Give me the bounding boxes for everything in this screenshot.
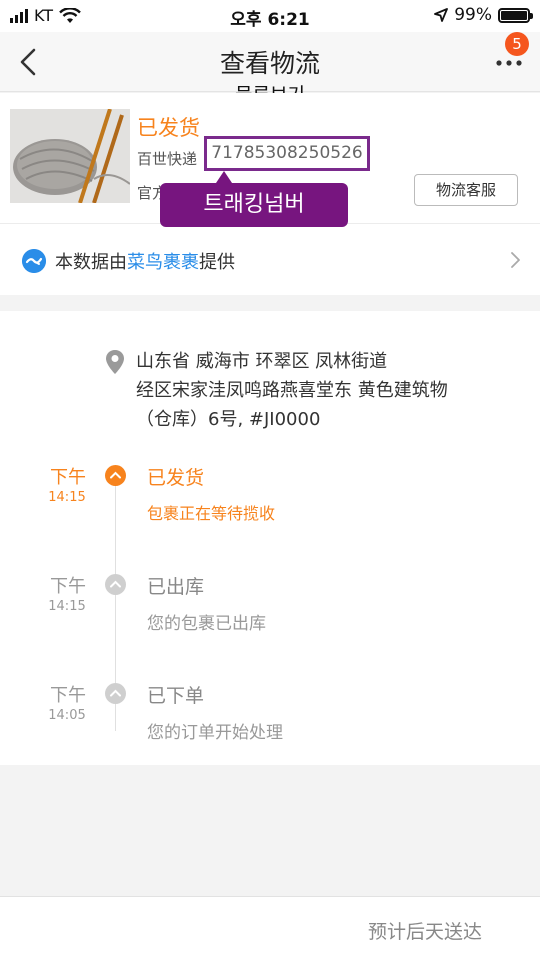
delivery-address: 山东省 威海市 环翠区 凤林街道 经区宋家洼凤鸣路燕喜堂东 黄色建筑物 （仓库）… [136, 347, 526, 434]
battery-icon [498, 7, 533, 23]
step-dot-icon [105, 574, 126, 595]
address-line-1: 山东省 威海市 环翠区 凤林街道 [136, 351, 388, 372]
step-title: 已发货 [147, 467, 205, 489]
step-dot-icon [105, 683, 126, 704]
step-title: 已出库 [147, 576, 205, 598]
step-period: 下午 [50, 576, 86, 597]
provider-suffix: 提供 [199, 252, 235, 273]
status-right: 99% [434, 5, 533, 25]
status-bar: KT 오후 6:21 99% [0, 0, 540, 32]
location-pin-icon [106, 350, 124, 374]
timeline-step: 下午 14:05 已下单 您的订单开始处理 [0, 681, 540, 781]
battery-fill [501, 10, 527, 20]
step-time: 14:15 [48, 599, 86, 614]
cainiao-logo-icon [22, 249, 46, 273]
step-time: 14:15 [48, 490, 86, 505]
timeline-step: 下午 14:15 已发货 包裹正在等待揽收 [0, 463, 540, 563]
step-title: 已下单 [147, 685, 205, 707]
tracking-number[interactable]: 71785308250526 [204, 136, 370, 171]
chevron-right-icon [511, 252, 520, 268]
product-image[interactable] [10, 109, 130, 203]
step-dot-icon [105, 465, 126, 486]
notification-badge: 5 [505, 32, 529, 56]
provider-prefix: 本数据由 [55, 252, 127, 273]
tracking-annotation-tag: 트래킹넘버 [160, 171, 348, 227]
estimated-delivery: 预计后天送达 [367, 921, 482, 943]
logistics-service-button[interactable]: 物流客服 [414, 174, 518, 206]
battery-percent: 99% [454, 5, 492, 25]
step-description: 包裹正在等待揽收 [147, 504, 276, 523]
step-time: 14:05 [48, 708, 86, 723]
bottom-bar: 预计后天送达 [0, 896, 540, 961]
address-line-2: 经区宋家洼凤鸣路燕喜堂东 黄色建筑物 [136, 380, 448, 401]
logistics-timeline: 山东省 威海市 环翠区 凤林街道 经区宋家洼凤鸣路燕喜堂东 黄色建筑物 （仓库）… [0, 311, 540, 765]
page-title: 查看物流 [219, 49, 320, 78]
provider-name: 菜鸟裹裹 [127, 252, 199, 273]
address-line-3: （仓库）6号, #JI0000 [136, 409, 321, 430]
courier-name: 百世快递 [137, 150, 198, 168]
timeline-step: 下午 14:15 已出库 您的包裹已出库 [0, 572, 540, 672]
data-provider-row[interactable]: 本数据由菜鸟裹裹提供 [0, 223, 540, 295]
step-description: 您的包裹已出库 [147, 614, 266, 634]
step-description: 您的订单开始处理 [147, 723, 283, 743]
step-period: 下午 [50, 685, 86, 706]
location-arrow-icon [434, 8, 449, 22]
provider-text: 本数据由菜鸟裹裹提供 [55, 248, 235, 274]
shipping-status: 已发货 [137, 116, 200, 140]
step-period: 下午 [50, 467, 86, 488]
package-card: 已发货 百世快递 71785308250526 官方 트래킹넘버 物流客服 [0, 93, 540, 227]
